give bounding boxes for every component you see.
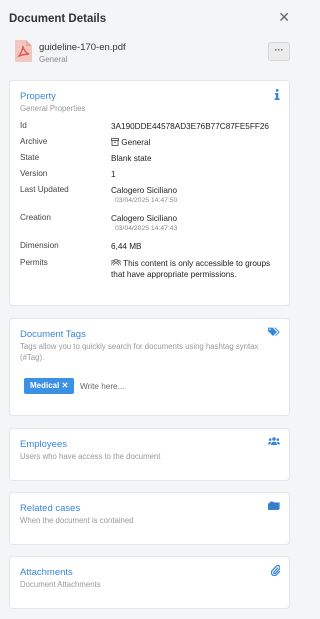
related-cases-subtitle: When the document is contained bbox=[20, 516, 134, 525]
tag-label: Medical bbox=[30, 381, 60, 390]
paperclip-icon bbox=[270, 565, 281, 578]
property-value: 1 bbox=[111, 170, 116, 179]
employees-card[interactable]: Employees Users who have access to the d… bbox=[9, 428, 290, 481]
timestamp: 03/04/2025 14:47:50 bbox=[115, 197, 178, 204]
remove-tag-icon[interactable]: ✕ bbox=[62, 381, 69, 390]
more-options-button[interactable]: ··· bbox=[268, 42, 290, 61]
archive-icon bbox=[111, 138, 121, 147]
property-value-wrap: This content is only accessible to group… bbox=[110, 258, 283, 280]
property-label: Permits bbox=[20, 258, 48, 267]
tag-input[interactable] bbox=[80, 380, 200, 392]
folder-icon bbox=[268, 501, 280, 512]
property-value: Calogero Siciliano bbox=[111, 214, 177, 223]
property-label: Dimension bbox=[20, 241, 59, 250]
property-card: Property General Properties Id 3A190DDE4… bbox=[9, 80, 290, 306]
employees-title: Employees bbox=[20, 439, 67, 450]
users-icon bbox=[268, 437, 280, 447]
panel-header: Document Details ✕ bbox=[0, 0, 300, 36]
tag-chip-medical[interactable]: Medical ✕ bbox=[24, 378, 75, 394]
property-label: Last Updated bbox=[20, 185, 69, 194]
property-label: State bbox=[20, 153, 40, 162]
property-value-wrap: General bbox=[111, 137, 283, 148]
tags-card: Document Tags Tags allow you to quickly … bbox=[9, 318, 290, 416]
file-summary: guideline-170-en.pdf General ··· bbox=[15, 40, 290, 70]
info-icon[interactable] bbox=[274, 89, 280, 102]
timestamp: 03/04/2025 14:47:43 bbox=[115, 225, 178, 232]
close-icon[interactable]: ✕ bbox=[278, 10, 290, 24]
file-category: General bbox=[39, 55, 68, 64]
property-subtitle: General Properties bbox=[20, 104, 86, 113]
property-value: Blank state bbox=[111, 154, 152, 163]
related-cases-card[interactable]: Related cases When the document is conta… bbox=[9, 492, 290, 545]
tags-title: Document Tags bbox=[20, 329, 86, 340]
property-label: Archive bbox=[20, 137, 48, 146]
group-icon bbox=[110, 258, 123, 268]
pdf-file-icon bbox=[15, 40, 32, 64]
file-name: guideline-170-en.pdf bbox=[39, 42, 126, 53]
property-value: 6,44 MB bbox=[111, 242, 142, 251]
property-title: Property bbox=[20, 91, 56, 102]
attachments-subtitle: Document Attachments bbox=[20, 580, 101, 589]
attachments-card[interactable]: Attachments Document Attachments bbox=[9, 556, 290, 609]
tags-subtitle: Tags allow you to quickly search for doc… bbox=[20, 342, 259, 362]
property-value: This content is only accessible to group… bbox=[111, 259, 271, 279]
property-label: Version bbox=[20, 169, 48, 178]
property-value: General bbox=[121, 138, 151, 147]
panel-title: Document Details bbox=[9, 13, 107, 25]
employees-subtitle: Users who have access to the document bbox=[20, 452, 161, 461]
property-value: 3A190DDE44578AD3E76B77C87FE5FF26 bbox=[111, 122, 269, 131]
attachments-title: Attachments bbox=[20, 567, 73, 578]
property-label: Creation bbox=[20, 213, 51, 222]
property-label: Id bbox=[20, 121, 27, 130]
tags-icon[interactable] bbox=[268, 327, 280, 339]
property-value: Calogero Siciliano bbox=[111, 186, 177, 195]
related-cases-title: Related cases bbox=[20, 503, 81, 514]
